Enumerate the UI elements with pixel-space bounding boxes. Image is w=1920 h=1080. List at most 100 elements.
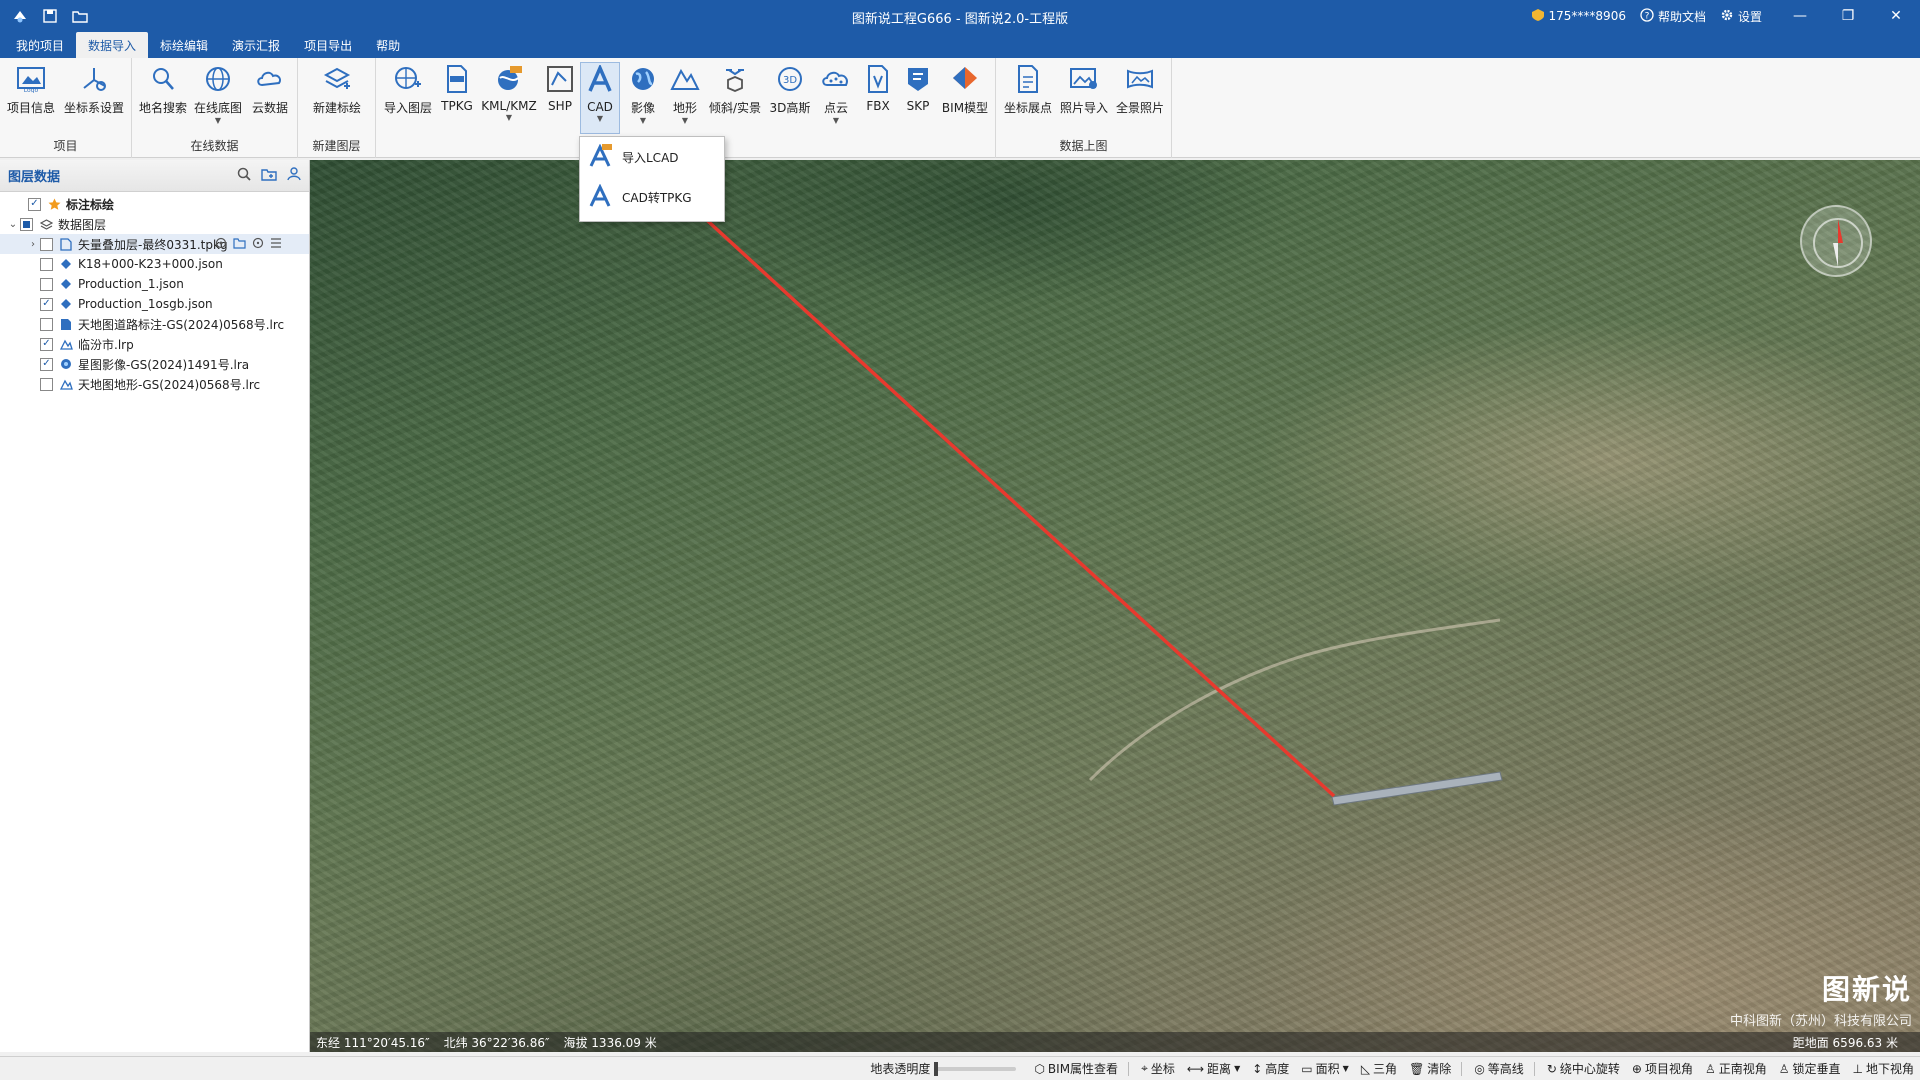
shp-button[interactable]: SHP [542, 62, 578, 134]
fbx-label: FBX [866, 99, 890, 113]
point-cloud-button[interactable]: 点云 ▼ [816, 62, 856, 134]
menu-item-cad-to-tpkg[interactable]: CAD转TPKG [580, 177, 724, 217]
slider-thumb[interactable] [934, 1061, 939, 1076]
coordinate-tool-button[interactable]: ⌖ 坐标 [1141, 1060, 1175, 1077]
height-tool-button[interactable]: ↕ 高度 [1252, 1060, 1289, 1077]
skp-label: SKP [906, 99, 930, 113]
photo-import-button[interactable]: 照片导入 [1058, 62, 1110, 134]
oblique-label: 倾斜/实景 [708, 101, 762, 115]
gaussian-3d-label: 3D高斯 [769, 101, 811, 115]
tab-my-project[interactable]: 我的项目 [4, 32, 76, 58]
place-search-label: 地名搜索 [138, 101, 187, 115]
tree-item-linfen[interactable]: ✓ 临汾市.lrp [0, 334, 309, 354]
checkbox[interactable]: ✓ [40, 357, 53, 371]
user-account[interactable]: 175****8906 [1531, 8, 1626, 25]
map-view[interactable]: 图新说 中科图新（苏州）科技有限公司 [310, 160, 1920, 1052]
bim-model-button[interactable]: BIM模型 [940, 62, 990, 134]
restore-button[interactable]: ❐ [1824, 0, 1872, 32]
tpkg-button[interactable]: TPKG [438, 62, 476, 134]
star-icon [47, 197, 61, 211]
expand-icon[interactable]: › [26, 239, 40, 250]
cad-label: CAD [587, 100, 613, 114]
project-view-button[interactable]: ⊕ 项目视角 [1632, 1060, 1693, 1077]
contour-button[interactable]: ◎ 等高线 [1474, 1060, 1524, 1077]
checkbox[interactable] [40, 237, 53, 251]
fbx-file-icon [861, 62, 895, 96]
cad-button[interactable]: CAD ▼ [580, 62, 620, 134]
tree-item-k18-json[interactable]: K18+000-K23+000.json [0, 254, 309, 274]
area-tool-button[interactable]: ▭ 面积 ▼ [1301, 1060, 1349, 1077]
tree-item-annotations[interactable]: ✓ 标注标绘 [0, 194, 309, 214]
lock-vertical-button[interactable]: ♙ 锁定垂直 [1779, 1060, 1841, 1077]
tree-item-star-imagery[interactable]: ✓ 星图影像-GS(2024)1491号.lra [0, 354, 309, 374]
south-view-button[interactable]: ♙ 正南视角 [1705, 1060, 1767, 1077]
checkbox[interactable] [40, 257, 53, 271]
new-plot-button[interactable]: 新建标绘 [306, 62, 368, 134]
place-search-button[interactable]: 地名搜索 [138, 62, 188, 134]
tab-help[interactable]: 帮助 [364, 32, 412, 58]
target-icon[interactable] [252, 237, 264, 252]
list-icon[interactable] [270, 237, 282, 252]
bim-properties-button[interactable]: ⬡ BIM属性查看 [1034, 1060, 1118, 1077]
layer-panel-header: 图层数据 [0, 160, 309, 192]
tree-item-vector-overlay[interactable]: › 矢量叠加层-最终0331.tpkg [0, 234, 309, 254]
online-basemap-button[interactable]: 在线底图 ▼ [192, 62, 244, 134]
tpkg-label: TPKG [441, 99, 473, 113]
tab-presentation[interactable]: 演示汇报 [220, 32, 292, 58]
underground-view-button[interactable]: ⊥ 地下视角 [1853, 1060, 1914, 1077]
user-name: 175****8906 [1548, 9, 1626, 23]
checkbox[interactable]: ✓ [40, 337, 53, 351]
checkbox[interactable] [20, 217, 33, 231]
cloud-data-button[interactable]: 云数据 [246, 62, 294, 134]
skp-button[interactable]: SKP [900, 62, 936, 134]
checkbox[interactable] [40, 277, 53, 291]
oblique-button[interactable]: 倾斜/实景 [706, 62, 764, 134]
tree-item-production-1-json[interactable]: Production_1.json [0, 274, 309, 294]
brand-name: 图新说 [1822, 973, 1913, 1006]
crs-settings-button[interactable]: 坐标系设置 [62, 62, 126, 134]
tree-item-tianditu-terrain[interactable]: 天地图地形-GS(2024)0568号.lrc [0, 374, 309, 394]
project-info-button[interactable]: Logo 项目信息 [6, 62, 56, 134]
help-docs-button[interactable]: ? 帮助文档 [1640, 7, 1706, 25]
svg-text:?: ? [1645, 11, 1650, 21]
user-layer-icon[interactable] [287, 167, 301, 184]
coord-points-button[interactable]: 坐标展点 [1002, 62, 1054, 134]
import-layer-button[interactable]: 导入图层 [382, 62, 434, 134]
project-info-icon: Logo [14, 62, 48, 96]
add-folder-icon[interactable] [261, 167, 277, 184]
close-button[interactable]: ✕ [1872, 0, 1920, 32]
layer-panel: 图层数据 ✓ 标注标绘 ⌄ 数据图层 › 矢量叠加层-最终0331.tpkg K… [0, 160, 310, 1052]
fbx-button[interactable]: FBX [860, 62, 896, 134]
locate-icon[interactable] [215, 237, 227, 252]
distance-tool-button[interactable]: ⟷ 距离 ▼ [1187, 1060, 1240, 1077]
triangle-tool-button[interactable]: ◺ 三角 [1361, 1060, 1397, 1077]
minimize-button[interactable]: — [1776, 0, 1824, 32]
tree-item-data-layers[interactable]: ⌄ 数据图层 [0, 214, 309, 234]
settings-button[interactable]: 设置 [1720, 8, 1762, 25]
folder-icon[interactable] [233, 237, 246, 252]
tab-project-export[interactable]: 项目导出 [292, 32, 364, 58]
status-bar: 地表透明度 ⬡ BIM属性查看 ⌖ 坐标 ⟷ 距离 ▼ ↕ 高度 ▭ 面积 ▼ ◺ 三角 🗑 清除… [0, 1056, 1920, 1080]
kml-kmz-button[interactable]: KML/KMZ ▼ [480, 62, 538, 134]
terrain-button[interactable]: 地形 ▼ [666, 62, 704, 134]
collapse-icon[interactable]: ⌄ [6, 219, 20, 230]
panorama-button[interactable]: 全景照片 [1114, 62, 1166, 134]
search-icon[interactable] [237, 167, 251, 184]
tab-plot-edit[interactable]: 标绘编辑 [148, 32, 220, 58]
imagery-button[interactable]: 影像 ▼ [624, 62, 662, 134]
menu-item-import-lcad[interactable]: 导入LCAD [580, 137, 724, 177]
surface-opacity-slider[interactable] [934, 1061, 1017, 1076]
tab-data-import[interactable]: 数据导入 [76, 32, 149, 58]
clear-button[interactable]: 🗑 清除 [1409, 1060, 1451, 1077]
tree-item-tianditu-road[interactable]: 天地图道路标注-GS(2024)0568号.lrc [0, 314, 309, 334]
checkbox[interactable]: ✓ [40, 297, 53, 311]
orbit-center-button[interactable]: ↻ 绕中心旋转 [1547, 1060, 1620, 1077]
gaussian-3d-button[interactable]: 3D 3D高斯 [768, 62, 812, 134]
tree-item-production-osgb[interactable]: ✓ Production_1osgb.json [0, 294, 309, 314]
checkbox[interactable]: ✓ [28, 197, 41, 211]
checkbox[interactable] [40, 377, 53, 391]
chevron-down-icon: ▼ [596, 114, 604, 123]
coord-points-label: 坐标展点 [1003, 101, 1052, 115]
compass-icon[interactable] [1800, 205, 1872, 277]
checkbox[interactable] [40, 317, 53, 331]
